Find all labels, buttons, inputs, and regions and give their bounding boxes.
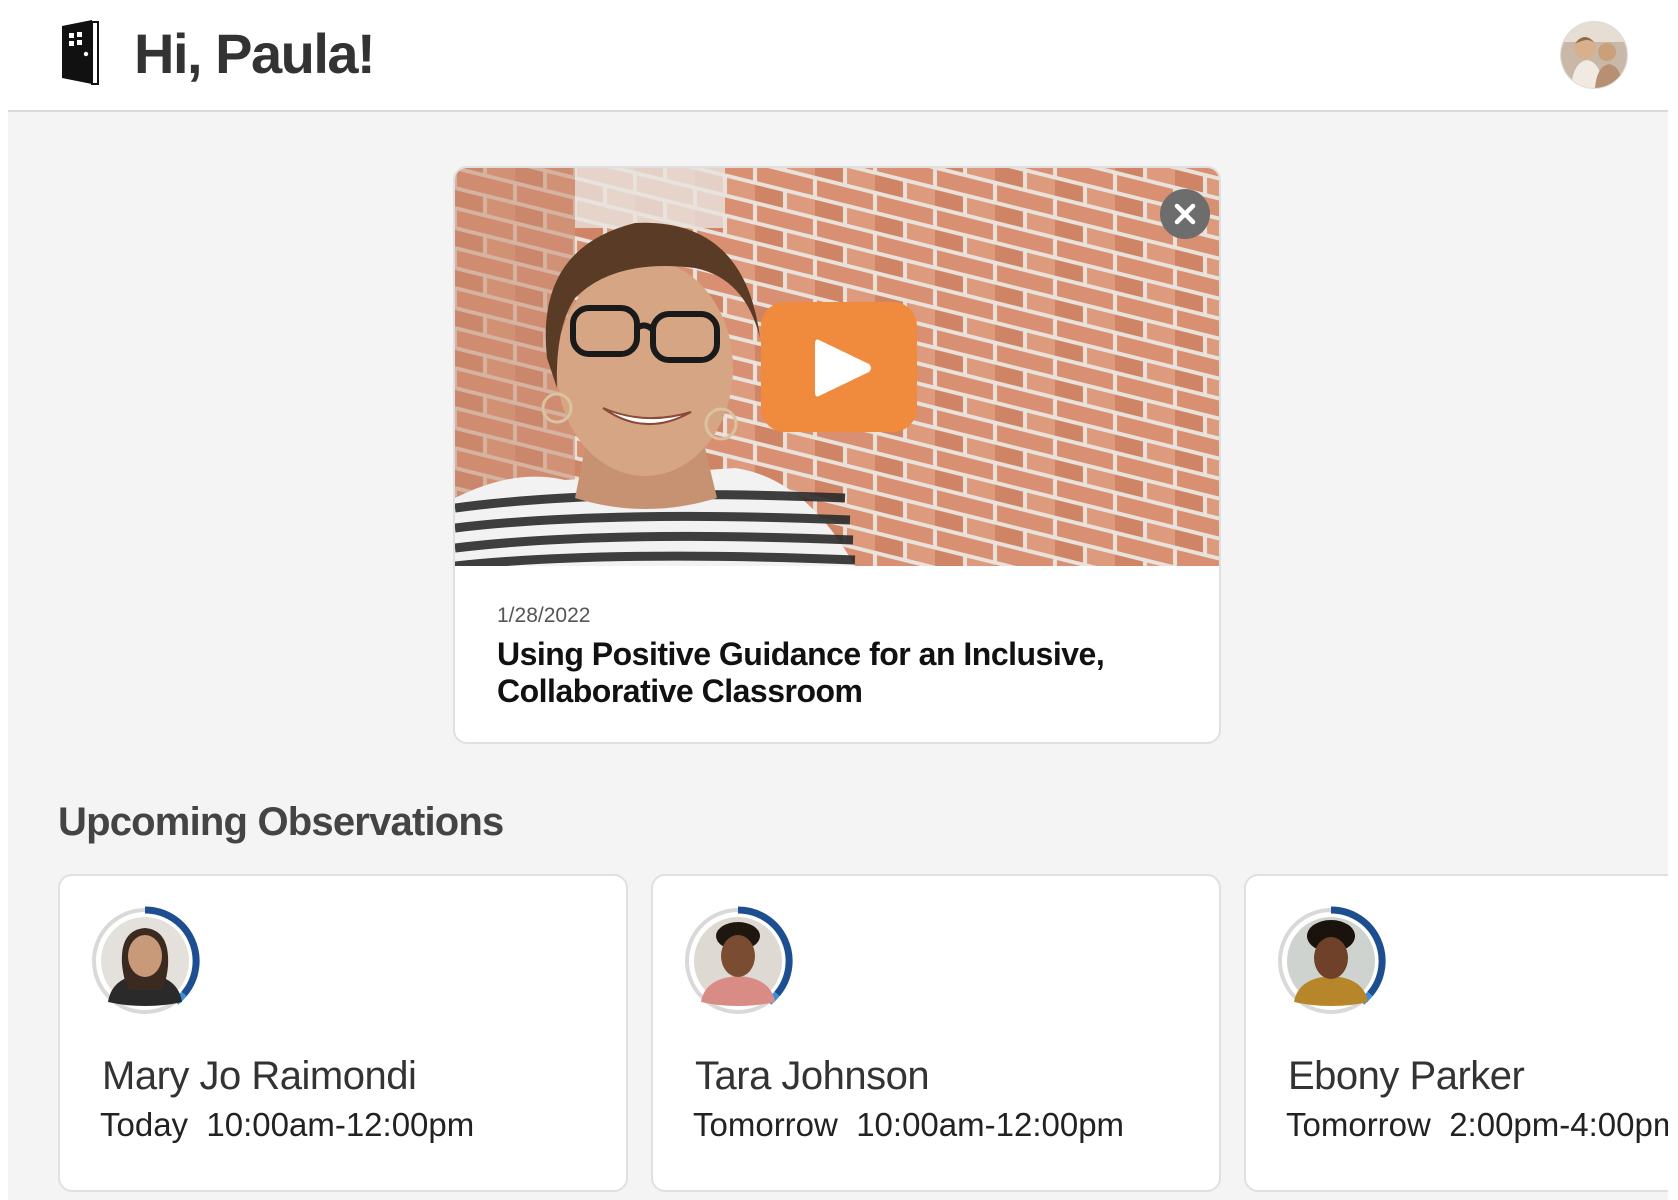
play-button[interactable] [761,302,917,432]
observation-day: Today [100,1106,189,1143]
observation-day: Tomorrow [693,1106,838,1143]
observation-card[interactable]: Tara Johnson Tomorrow 10:00am-12:00pm [651,874,1221,1192]
featured-video-card[interactable]: 1/28/2022 Using Positive Guidance for an… [453,166,1221,744]
observation-hours: 10:00am-12:00pm [856,1106,1125,1143]
avatar [1276,906,1386,1016]
dashboard-content: 1/28/2022 Using Positive Guidance for an… [8,112,1668,1200]
door-icon[interactable] [56,20,104,88]
observation-card[interactable]: Mary Jo Raimondi Today 10:00am-12:00pm [58,874,628,1192]
observation-card[interactable]: Ebony Parker Tomorrow 2:00pm-4:00pm [1244,874,1668,1192]
observation-time: Tomorrow 10:00am-12:00pm [693,1106,1124,1144]
avatar [683,906,793,1016]
observation-name: Ebony Parker [1288,1054,1525,1098]
close-button[interactable] [1160,189,1210,239]
upcoming-observations-heading: Upcoming Observations [58,800,504,844]
play-icon [815,339,871,397]
video-thumbnail[interactable] [455,168,1219,566]
observation-time: Today 10:00am-12:00pm [100,1106,474,1144]
top-header: Hi, Paula! [8,0,1668,112]
close-icon [1174,203,1196,225]
observation-hours: 10:00am-12:00pm [206,1106,475,1143]
video-title[interactable]: Using Positive Guidance for an Inclusive… [497,636,1177,710]
greeting-title: Hi, Paula! [134,22,376,85]
avatar [90,906,200,1016]
observation-name: Tara Johnson [695,1054,930,1098]
profile-avatar[interactable] [1560,21,1628,89]
video-date: 1/28/2022 [497,604,591,627]
observation-name: Mary Jo Raimondi [102,1054,417,1098]
observation-hours: 2:00pm-4:00pm [1449,1106,1668,1143]
observation-time: Tomorrow 2:00pm-4:00pm [1286,1106,1668,1144]
observation-day: Tomorrow [1286,1106,1431,1143]
